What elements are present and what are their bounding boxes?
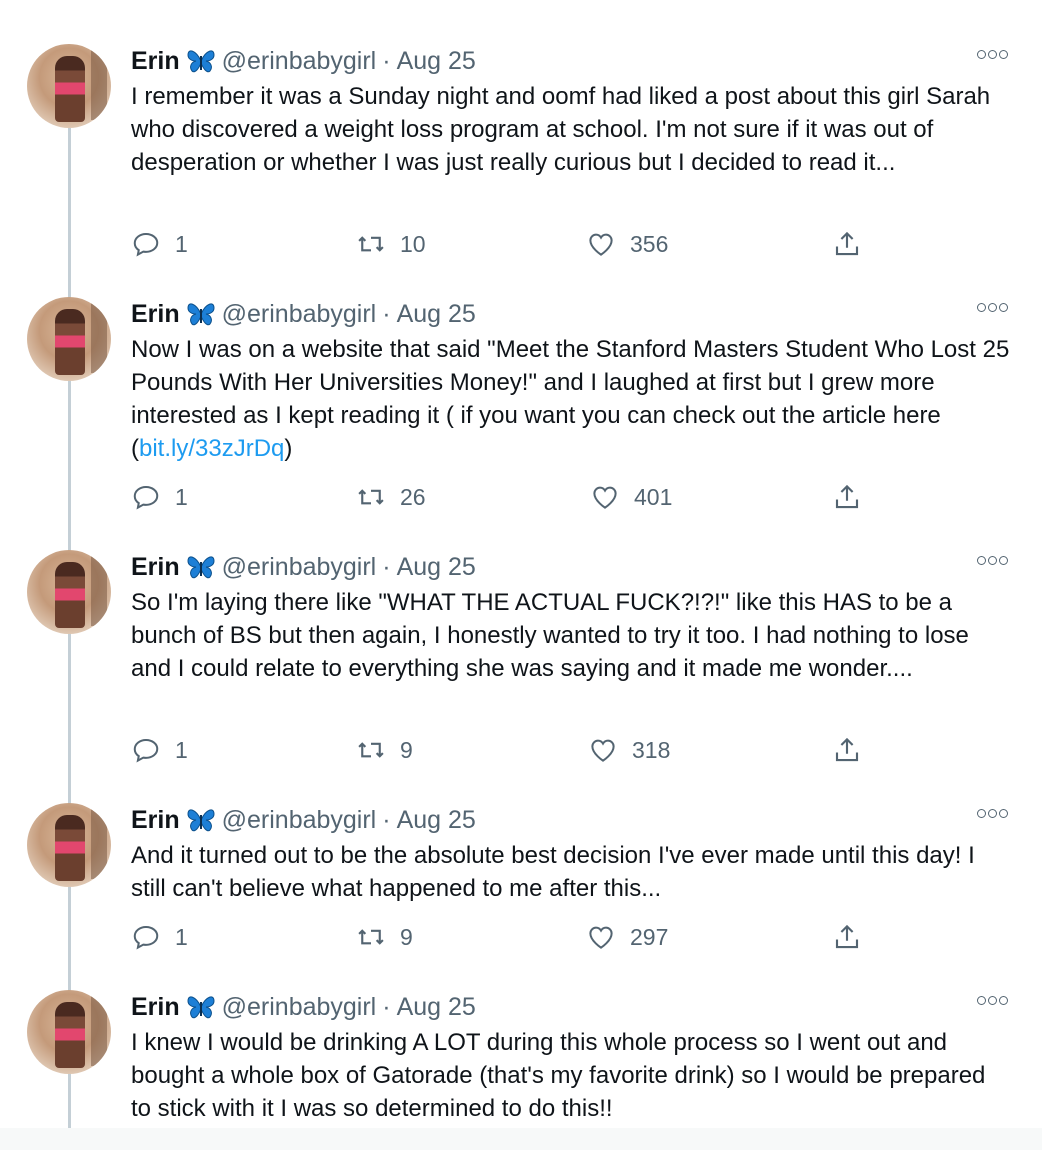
tweet-actions: 1 9 297: [0, 922, 1042, 956]
author-handle[interactable]: @erinbabygirl: [222, 47, 377, 76]
tweet-actions: 1 9 318: [0, 735, 1042, 769]
share-button[interactable]: [832, 482, 862, 512]
tweet-text: I remember it was a Sunday night and oom…: [131, 83, 991, 176]
retweet-icon: [358, 742, 384, 758]
tweet-date[interactable]: Aug 25: [397, 553, 476, 582]
reply-icon: [133, 232, 159, 257]
avatar[interactable]: [27, 990, 111, 1074]
more-icon[interactable]: [977, 556, 1008, 565]
butterfly-emoji-icon: [187, 996, 215, 1019]
share-icon: [835, 924, 859, 949]
like-button[interactable]: 318: [588, 735, 670, 765]
tweet-text: I knew I would be drinking A LOT during …: [131, 1029, 986, 1122]
separator-dot: ·: [382, 805, 391, 834]
retweet-count: 10: [400, 230, 426, 257]
avatar[interactable]: [27, 803, 111, 887]
butterfly-emoji-icon: [187, 303, 215, 326]
author-name[interactable]: Erin: [131, 300, 180, 329]
separator-dot: ·: [382, 46, 391, 75]
like-icon: [589, 926, 613, 949]
reply-icon: [133, 738, 159, 763]
tweet-header: Erin @erinbabygirl · Aug 25: [131, 803, 476, 837]
tweet-header: Erin @erinbabygirl · Aug 25: [131, 990, 476, 1024]
tweet-header: Erin @erinbabygirl · Aug 25: [131, 297, 476, 331]
retweet-count: 9: [400, 923, 413, 950]
tweet-thread: Erin @erinbabygirl · Aug 25 I remember i…: [0, 0, 1042, 1128]
like-icon: [591, 739, 615, 762]
butterfly-emoji-icon: [187, 809, 215, 832]
share-icon: [835, 737, 859, 762]
like-count: 297: [630, 923, 669, 950]
tweet-text: So I'm laying there like "WHAT THE ACTUA…: [131, 589, 969, 682]
retweet-count: 9: [400, 736, 413, 763]
tweet-date[interactable]: Aug 25: [397, 47, 476, 76]
tweet-header: Erin @erinbabygirl · Aug 25: [131, 550, 476, 584]
retweet-icon: [358, 236, 384, 252]
reply-button[interactable]: 1: [131, 482, 188, 512]
tweet-link[interactable]: bit.ly/33zJrDq: [139, 435, 284, 462]
more-icon[interactable]: [977, 50, 1008, 59]
like-button[interactable]: 356: [586, 229, 668, 259]
author-handle[interactable]: @erinbabygirl: [222, 553, 377, 582]
reply-button[interactable]: 1: [131, 229, 188, 259]
retweet-button[interactable]: 9: [356, 922, 413, 952]
author-handle[interactable]: @erinbabygirl: [222, 300, 377, 329]
tweet-date[interactable]: Aug 25: [397, 300, 476, 329]
like-button[interactable]: 401: [590, 482, 672, 512]
tweet-header: Erin @erinbabygirl · Aug 25: [131, 44, 476, 78]
author-name[interactable]: Erin: [131, 553, 180, 582]
share-icon: [835, 484, 859, 509]
reply-count: 1: [175, 736, 188, 763]
retweet-count: 26: [400, 483, 426, 510]
avatar[interactable]: [27, 44, 111, 128]
like-count: 318: [632, 736, 671, 763]
author-name[interactable]: Erin: [131, 993, 180, 1022]
reply-count: 1: [175, 483, 188, 510]
share-button[interactable]: [832, 735, 862, 765]
reply-button[interactable]: 1: [131, 735, 188, 765]
retweet-button[interactable]: 26: [356, 482, 426, 512]
more-icon[interactable]: [977, 303, 1008, 312]
retweet-button[interactable]: 9: [356, 735, 413, 765]
share-button[interactable]: [832, 922, 862, 952]
separator-dot: ·: [382, 992, 391, 1021]
reply-count: 1: [175, 923, 188, 950]
retweet-icon: [358, 929, 384, 945]
like-icon: [593, 486, 617, 509]
tweet-text: And it turned out to be the absolute bes…: [131, 842, 975, 902]
more-icon[interactable]: [977, 809, 1008, 818]
retweet-icon: [358, 489, 384, 505]
retweet-button[interactable]: 10: [356, 229, 426, 259]
reply-count: 1: [175, 230, 188, 257]
bottom-bar: [0, 1128, 1042, 1150]
reply-icon: [133, 485, 159, 510]
like-count: 401: [634, 483, 673, 510]
author-name[interactable]: Erin: [131, 47, 180, 76]
author-name[interactable]: Erin: [131, 806, 180, 835]
tweet-date[interactable]: Aug 25: [397, 993, 476, 1022]
separator-dot: ·: [382, 299, 391, 328]
more-icon[interactable]: [977, 996, 1008, 1005]
share-button[interactable]: [832, 229, 862, 259]
author-handle[interactable]: @erinbabygirl: [222, 993, 377, 1022]
avatar[interactable]: [27, 297, 111, 381]
reply-icon: [133, 925, 159, 950]
tweet-actions: 1 26 401: [0, 482, 1042, 516]
like-button[interactable]: 297: [586, 922, 668, 952]
tweet-text: Now I was on a website that said "Meet t…: [131, 333, 1011, 465]
butterfly-emoji-icon: [187, 50, 215, 73]
tweet-date[interactable]: Aug 25: [397, 806, 476, 835]
author-handle[interactable]: @erinbabygirl: [222, 806, 377, 835]
tweet-text-tail: ): [284, 435, 293, 462]
tweet-actions: 1 10 356: [0, 229, 1042, 263]
like-count: 356: [630, 230, 669, 257]
separator-dot: ·: [382, 552, 391, 581]
reply-button[interactable]: 1: [131, 922, 188, 952]
avatar[interactable]: [27, 550, 111, 634]
share-icon: [835, 231, 859, 256]
butterfly-emoji-icon: [187, 556, 215, 579]
like-icon: [589, 233, 613, 256]
